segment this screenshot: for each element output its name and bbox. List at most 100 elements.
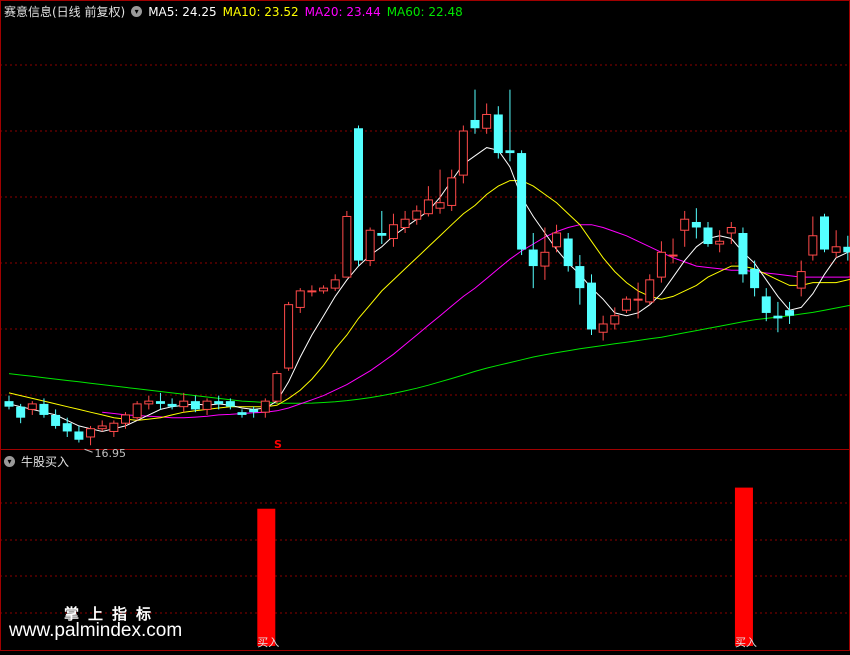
watermark-url: www.palmindex.com bbox=[9, 620, 182, 642]
candle-body bbox=[436, 203, 444, 209]
candle-body bbox=[785, 310, 794, 316]
ma5-legend: MA5: 24.25 bbox=[148, 5, 216, 19]
indicator-header: ▾ 牛股买入 bbox=[4, 453, 69, 470]
candle-body bbox=[249, 409, 258, 412]
candle-body bbox=[575, 266, 584, 288]
candle-body bbox=[74, 431, 83, 439]
candle-body bbox=[424, 200, 432, 214]
ma10-legend: MA10: 23.52 bbox=[223, 5, 299, 19]
candle-body bbox=[226, 401, 235, 407]
candle-body bbox=[98, 426, 106, 429]
candle-body bbox=[343, 216, 351, 277]
candle-body bbox=[611, 316, 619, 324]
candle-body bbox=[296, 291, 304, 308]
candle-body bbox=[494, 114, 503, 153]
candle-body bbox=[156, 401, 165, 404]
candle-body bbox=[203, 401, 211, 409]
candle-body bbox=[564, 239, 573, 267]
candle-body bbox=[308, 291, 316, 292]
candle-body bbox=[448, 178, 456, 206]
kline-chart-svg: 16.95 S 买入 买入 bbox=[0, 0, 850, 651]
candle-body bbox=[820, 216, 829, 249]
candle-body bbox=[843, 247, 850, 253]
candle-body bbox=[87, 429, 95, 437]
candle-body bbox=[646, 280, 654, 302]
ma20-legend: MA20: 23.44 bbox=[305, 5, 381, 19]
buy-signal-label: 买入 bbox=[735, 636, 757, 649]
candle-body bbox=[505, 150, 514, 153]
candle-body bbox=[529, 250, 538, 267]
candle-body bbox=[16, 407, 25, 418]
candle-body bbox=[657, 252, 665, 277]
candle-body bbox=[110, 423, 118, 431]
candle-body bbox=[413, 211, 421, 219]
candle-body bbox=[133, 404, 141, 418]
buy-signal-bar bbox=[735, 488, 753, 646]
candle-body bbox=[750, 269, 759, 288]
candle-body bbox=[273, 374, 281, 402]
candle bbox=[133, 401, 141, 420]
candle-body bbox=[809, 236, 817, 255]
candle bbox=[622, 296, 630, 313]
candle-body bbox=[587, 283, 596, 330]
candle-body bbox=[5, 401, 14, 407]
candle-body bbox=[214, 401, 223, 404]
candle bbox=[517, 150, 526, 255]
candle-body bbox=[716, 241, 724, 244]
candle bbox=[564, 233, 573, 272]
indicator-title: 牛股买入 bbox=[21, 453, 69, 470]
candle-body bbox=[704, 227, 713, 244]
candle-body bbox=[599, 324, 607, 332]
candle-body bbox=[145, 401, 153, 404]
low-price-label: 16.95 bbox=[95, 447, 127, 460]
candle bbox=[354, 126, 363, 267]
ma60-legend: MA60: 22.48 bbox=[387, 5, 463, 19]
candle-body bbox=[39, 404, 48, 415]
candle-body bbox=[692, 222, 701, 228]
candle-body bbox=[773, 316, 782, 319]
candle-body bbox=[622, 299, 630, 310]
candle bbox=[587, 274, 596, 335]
candle-body bbox=[63, 423, 72, 431]
candle-body bbox=[331, 280, 339, 288]
candle-body bbox=[51, 415, 60, 426]
candle-body bbox=[261, 401, 269, 412]
candle-body bbox=[681, 219, 689, 230]
candle-body bbox=[459, 131, 467, 175]
candle-body bbox=[471, 120, 480, 128]
candle-body bbox=[401, 219, 409, 227]
candle-body bbox=[366, 230, 374, 260]
sell-marker: S bbox=[274, 438, 282, 451]
candle bbox=[343, 211, 351, 277]
candle-body bbox=[517, 153, 526, 249]
buy-signal-bar bbox=[257, 509, 275, 646]
candle-body bbox=[389, 225, 397, 239]
candle-body bbox=[238, 412, 247, 415]
candle-body bbox=[191, 401, 200, 409]
candle-body bbox=[377, 233, 386, 236]
candle bbox=[738, 227, 747, 282]
candle-body bbox=[541, 252, 549, 266]
candle-body bbox=[669, 255, 677, 256]
indicator-collapse-icon[interactable]: ▾ bbox=[4, 456, 15, 467]
candle bbox=[820, 214, 829, 253]
candle-body bbox=[738, 233, 747, 274]
collapse-icon[interactable]: ▾ bbox=[131, 6, 142, 17]
candle bbox=[366, 227, 374, 266]
candle-body bbox=[634, 299, 642, 300]
buy-signal-label: 买入 bbox=[257, 636, 279, 649]
candle-body bbox=[285, 305, 293, 368]
candle bbox=[285, 302, 293, 371]
candle-body bbox=[122, 415, 130, 423]
candle bbox=[273, 371, 281, 404]
candle-body bbox=[483, 114, 491, 128]
candle bbox=[459, 126, 467, 184]
candle-body bbox=[354, 128, 363, 260]
candle-body bbox=[832, 247, 840, 253]
candle-body bbox=[28, 404, 36, 410]
candle-body bbox=[553, 233, 561, 247]
candle-body bbox=[180, 401, 188, 407]
main-chart-header: 赛意信息(日线 前复权) ▾ MA5: 24.25 MA10: 23.52 MA… bbox=[4, 3, 463, 20]
candle-body bbox=[762, 296, 771, 313]
candle-body bbox=[168, 404, 177, 407]
